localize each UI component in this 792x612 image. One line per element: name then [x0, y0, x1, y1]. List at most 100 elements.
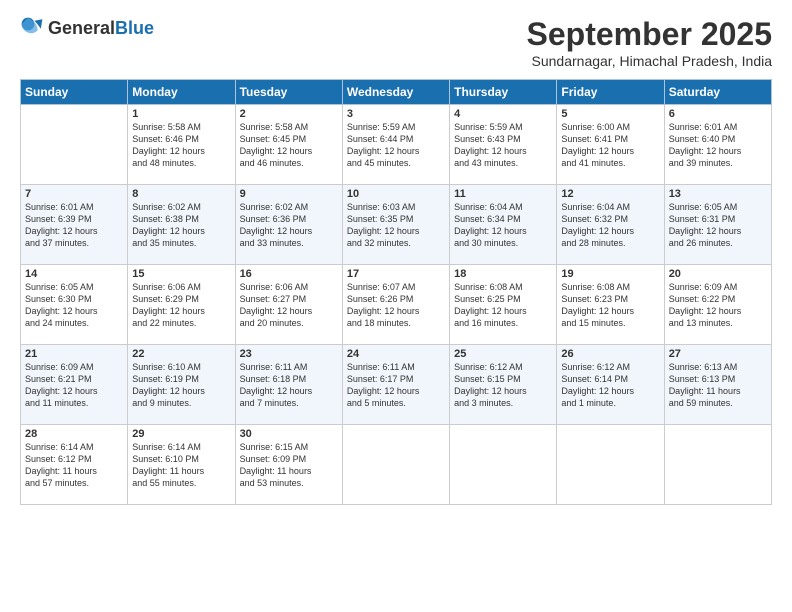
day-number: 2 [240, 108, 338, 120]
day-info: Sunrise: 6:01 AM Sunset: 6:40 PM Dayligh… [669, 121, 767, 170]
col-thursday: Thursday [450, 80, 557, 105]
calendar-cell: 17Sunrise: 6:07 AM Sunset: 6:26 PM Dayli… [342, 265, 449, 345]
day-number: 16 [240, 268, 338, 280]
calendar-cell: 6Sunrise: 6:01 AM Sunset: 6:40 PM Daylig… [664, 105, 771, 185]
calendar-cell: 3Sunrise: 5:59 AM Sunset: 6:44 PM Daylig… [342, 105, 449, 185]
location-subtitle: Sundarnagar, Himachal Pradesh, India [527, 53, 772, 69]
day-number: 12 [561, 188, 659, 200]
calendar-cell: 14Sunrise: 6:05 AM Sunset: 6:30 PM Dayli… [21, 265, 128, 345]
day-info: Sunrise: 6:09 AM Sunset: 6:21 PM Dayligh… [25, 361, 123, 410]
day-info: Sunrise: 6:01 AM Sunset: 6:39 PM Dayligh… [25, 201, 123, 250]
day-info: Sunrise: 6:05 AM Sunset: 6:31 PM Dayligh… [669, 201, 767, 250]
day-number: 15 [132, 268, 230, 280]
col-sunday: Sunday [21, 80, 128, 105]
calendar-week-1: 1Sunrise: 5:58 AM Sunset: 6:46 PM Daylig… [21, 105, 772, 185]
day-number: 3 [347, 108, 445, 120]
calendar-cell [21, 105, 128, 185]
calendar-cell: 4Sunrise: 5:59 AM Sunset: 6:43 PM Daylig… [450, 105, 557, 185]
calendar-cell: 13Sunrise: 6:05 AM Sunset: 6:31 PM Dayli… [664, 185, 771, 265]
day-info: Sunrise: 6:06 AM Sunset: 6:27 PM Dayligh… [240, 281, 338, 330]
day-info: Sunrise: 6:00 AM Sunset: 6:41 PM Dayligh… [561, 121, 659, 170]
day-info: Sunrise: 6:14 AM Sunset: 6:10 PM Dayligh… [132, 441, 230, 490]
calendar-cell: 7Sunrise: 6:01 AM Sunset: 6:39 PM Daylig… [21, 185, 128, 265]
calendar-cell: 16Sunrise: 6:06 AM Sunset: 6:27 PM Dayli… [235, 265, 342, 345]
day-number: 7 [25, 188, 123, 200]
day-number: 11 [454, 188, 552, 200]
col-saturday: Saturday [664, 80, 771, 105]
day-number: 18 [454, 268, 552, 280]
day-number: 27 [669, 348, 767, 360]
calendar-cell: 30Sunrise: 6:15 AM Sunset: 6:09 PM Dayli… [235, 425, 342, 505]
day-info: Sunrise: 6:03 AM Sunset: 6:35 PM Dayligh… [347, 201, 445, 250]
day-info: Sunrise: 6:02 AM Sunset: 6:38 PM Dayligh… [132, 201, 230, 250]
calendar-cell: 23Sunrise: 6:11 AM Sunset: 6:18 PM Dayli… [235, 345, 342, 425]
day-info: Sunrise: 6:09 AM Sunset: 6:22 PM Dayligh… [669, 281, 767, 330]
title-area: September 2025 Sundarnagar, Himachal Pra… [527, 16, 772, 69]
day-info: Sunrise: 6:04 AM Sunset: 6:34 PM Dayligh… [454, 201, 552, 250]
day-number: 13 [669, 188, 767, 200]
calendar-cell: 19Sunrise: 6:08 AM Sunset: 6:23 PM Dayli… [557, 265, 664, 345]
calendar-cell: 27Sunrise: 6:13 AM Sunset: 6:13 PM Dayli… [664, 345, 771, 425]
day-info: Sunrise: 6:07 AM Sunset: 6:26 PM Dayligh… [347, 281, 445, 330]
calendar-cell: 5Sunrise: 6:00 AM Sunset: 6:41 PM Daylig… [557, 105, 664, 185]
day-number: 21 [25, 348, 123, 360]
calendar-cell: 15Sunrise: 6:06 AM Sunset: 6:29 PM Dayli… [128, 265, 235, 345]
day-number: 1 [132, 108, 230, 120]
day-number: 17 [347, 268, 445, 280]
day-number: 5 [561, 108, 659, 120]
day-number: 10 [347, 188, 445, 200]
day-info: Sunrise: 6:05 AM Sunset: 6:30 PM Dayligh… [25, 281, 123, 330]
day-info: Sunrise: 6:08 AM Sunset: 6:25 PM Dayligh… [454, 281, 552, 330]
day-info: Sunrise: 6:12 AM Sunset: 6:14 PM Dayligh… [561, 361, 659, 410]
calendar-cell [557, 425, 664, 505]
day-info: Sunrise: 6:08 AM Sunset: 6:23 PM Dayligh… [561, 281, 659, 330]
logo-icon [20, 16, 44, 40]
header-area: GeneralBlue September 2025 Sundarnagar, … [20, 16, 772, 69]
day-number: 24 [347, 348, 445, 360]
calendar-cell: 10Sunrise: 6:03 AM Sunset: 6:35 PM Dayli… [342, 185, 449, 265]
calendar-cell: 18Sunrise: 6:08 AM Sunset: 6:25 PM Dayli… [450, 265, 557, 345]
day-info: Sunrise: 6:06 AM Sunset: 6:29 PM Dayligh… [132, 281, 230, 330]
calendar-cell: 25Sunrise: 6:12 AM Sunset: 6:15 PM Dayli… [450, 345, 557, 425]
day-number: 6 [669, 108, 767, 120]
logo-text: GeneralBlue [48, 18, 154, 39]
day-number: 29 [132, 428, 230, 440]
month-title: September 2025 [527, 16, 772, 53]
day-number: 9 [240, 188, 338, 200]
calendar-cell: 26Sunrise: 6:12 AM Sunset: 6:14 PM Dayli… [557, 345, 664, 425]
day-info: Sunrise: 6:13 AM Sunset: 6:13 PM Dayligh… [669, 361, 767, 410]
day-number: 25 [454, 348, 552, 360]
calendar-cell: 12Sunrise: 6:04 AM Sunset: 6:32 PM Dayli… [557, 185, 664, 265]
calendar-cell: 24Sunrise: 6:11 AM Sunset: 6:17 PM Dayli… [342, 345, 449, 425]
day-number: 8 [132, 188, 230, 200]
calendar-cell: 21Sunrise: 6:09 AM Sunset: 6:21 PM Dayli… [21, 345, 128, 425]
day-number: 19 [561, 268, 659, 280]
col-monday: Monday [128, 80, 235, 105]
day-info: Sunrise: 5:58 AM Sunset: 6:46 PM Dayligh… [132, 121, 230, 170]
calendar-cell: 11Sunrise: 6:04 AM Sunset: 6:34 PM Dayli… [450, 185, 557, 265]
day-number: 28 [25, 428, 123, 440]
calendar-cell [342, 425, 449, 505]
calendar-week-4: 21Sunrise: 6:09 AM Sunset: 6:21 PM Dayli… [21, 345, 772, 425]
day-number: 23 [240, 348, 338, 360]
day-info: Sunrise: 5:59 AM Sunset: 6:43 PM Dayligh… [454, 121, 552, 170]
day-number: 26 [561, 348, 659, 360]
day-info: Sunrise: 6:11 AM Sunset: 6:18 PM Dayligh… [240, 361, 338, 410]
day-number: 4 [454, 108, 552, 120]
calendar-cell [450, 425, 557, 505]
day-number: 20 [669, 268, 767, 280]
calendar-cell: 28Sunrise: 6:14 AM Sunset: 6:12 PM Dayli… [21, 425, 128, 505]
calendar-cell: 20Sunrise: 6:09 AM Sunset: 6:22 PM Dayli… [664, 265, 771, 345]
logo-blue: Blue [115, 18, 154, 38]
day-info: Sunrise: 6:14 AM Sunset: 6:12 PM Dayligh… [25, 441, 123, 490]
logo-general: General [48, 18, 115, 38]
calendar-cell: 1Sunrise: 5:58 AM Sunset: 6:46 PM Daylig… [128, 105, 235, 185]
day-info: Sunrise: 6:11 AM Sunset: 6:17 PM Dayligh… [347, 361, 445, 410]
col-tuesday: Tuesday [235, 80, 342, 105]
col-friday: Friday [557, 80, 664, 105]
calendar-week-2: 7Sunrise: 6:01 AM Sunset: 6:39 PM Daylig… [21, 185, 772, 265]
day-info: Sunrise: 5:59 AM Sunset: 6:44 PM Dayligh… [347, 121, 445, 170]
calendar-table: Sunday Monday Tuesday Wednesday Thursday… [20, 79, 772, 505]
calendar-page: GeneralBlue September 2025 Sundarnagar, … [0, 0, 792, 612]
col-wednesday: Wednesday [342, 80, 449, 105]
